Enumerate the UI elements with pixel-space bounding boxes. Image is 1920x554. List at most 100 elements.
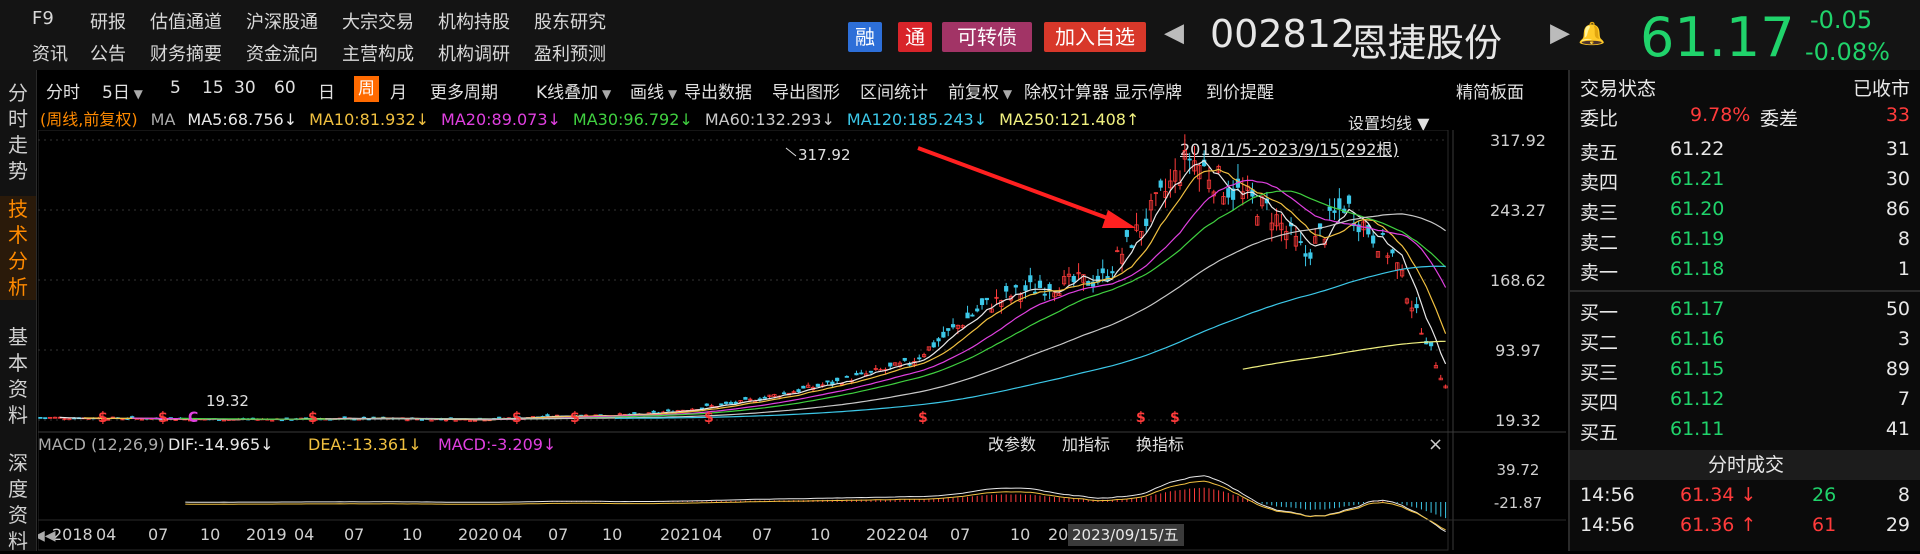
- ma-line-20: [132, 179, 1447, 420]
- candle-body-204: [1023, 285, 1028, 291]
- nav-news[interactable]: 资讯: [32, 40, 68, 66]
- next-stock-icon[interactable]: ▶: [1550, 18, 1570, 48]
- nav-business[interactable]: 主营构成: [342, 40, 414, 66]
- nav-forecast[interactable]: 盈利预测: [534, 40, 606, 66]
- macd-close-icon[interactable]: ×: [1428, 434, 1443, 455]
- candle-body-285: [1414, 304, 1419, 309]
- macd-button-1[interactable]: 加指标: [1062, 435, 1110, 454]
- nav-finance[interactable]: 财务摘要: [150, 40, 222, 66]
- toolbar-item-17[interactable]: 显示停牌: [1114, 78, 1182, 103]
- tab-intraday[interactable]: 分 时 走 势: [0, 80, 36, 184]
- nav-inst-survey[interactable]: 机构调研: [438, 40, 510, 66]
- toolbar-item-10[interactable]: K线叠加 ▼: [536, 78, 611, 103]
- x-tick-8: 2020: [458, 525, 499, 544]
- ma-label: MA: [150, 110, 176, 129]
- toolbar-item-6[interactable]: 日: [318, 78, 335, 103]
- dividend-marker-6: $: [918, 410, 928, 426]
- candle-body-130: [666, 409, 671, 412]
- tab-technical[interactable]: 技 术 分 析: [0, 196, 36, 300]
- candle-body-208: [1042, 293, 1047, 296]
- toolbar-item-2[interactable]: 5: [170, 78, 181, 98]
- cursor-date: 2023/09/15/五: [1072, 526, 1179, 544]
- candle-body-170: [859, 372, 864, 375]
- dea-line: [185, 480, 1446, 531]
- x-tick-9: 04: [502, 525, 522, 544]
- nav-valuation[interactable]: 估值通道: [150, 8, 222, 34]
- nav-block-trade[interactable]: 大宗交易: [342, 8, 414, 34]
- candle-body-261: [1298, 241, 1303, 243]
- toolbar-item-11[interactable]: 画线 ▼: [630, 78, 677, 103]
- macd-button-0[interactable]: 改参数: [988, 435, 1036, 454]
- macd-button-2[interactable]: 换指标: [1136, 435, 1184, 454]
- toolbar-item-15[interactable]: 前复权 ▼: [948, 78, 1012, 103]
- candle-body-225: [1124, 230, 1129, 237]
- x-tick-0: 2018: [52, 525, 93, 544]
- toolbar-item-5[interactable]: 60: [274, 78, 296, 98]
- nav-research[interactable]: 研报: [90, 8, 126, 34]
- toolbar-item-7[interactable]: 周: [354, 76, 379, 102]
- tab-deep-info[interactable]: 深 度 资 料: [0, 450, 36, 554]
- quote-panel: 交易状态 已收市 委比 9.78% 委差 33 卖五 61.22 31 卖四 61.21…: [1568, 70, 1920, 551]
- x-tick-2: 07: [148, 525, 168, 544]
- ticks-title: 分时成交: [1570, 450, 1920, 480]
- toolbar-item-18[interactable]: 到价提醒: [1206, 78, 1274, 103]
- toolbar-item-3[interactable]: 15: [202, 78, 224, 98]
- tab-basic-info[interactable]: 基 本 资 料: [0, 324, 36, 428]
- ma-value-0: MA5:68.756↓: [187, 110, 298, 129]
- prev-stock-icon[interactable]: ◀: [1164, 18, 1184, 48]
- candle-body-280: [1390, 249, 1395, 254]
- toolbar-item-13[interactable]: 导出图形: [772, 78, 840, 103]
- simple-panel-button[interactable]: 精简板面: [1456, 78, 1524, 103]
- nav-inst-holding[interactable]: 机构持股: [438, 8, 510, 34]
- toolbar-item-1[interactable]: 5日 ▼: [102, 78, 143, 103]
- nav-shareholder[interactable]: 股东研究: [534, 8, 606, 34]
- candle-body-6: [67, 418, 72, 421]
- badge-0[interactable]: 融: [848, 22, 882, 52]
- kline-chart[interactable]: 317.92 243.27 168.62 93.97 19.32 317.92 19.32 $…: [38, 130, 1566, 551]
- scroll-left-icon[interactable]: ◀◀: [38, 528, 56, 544]
- badge-2[interactable]: 可转债: [942, 22, 1032, 52]
- bell-icon[interactable]: 🔔: [1578, 22, 1605, 47]
- toolbar-item-14[interactable]: 区间统计: [860, 78, 928, 103]
- candle-body-143: [728, 402, 734, 404]
- candle-body-95: [497, 416, 502, 419]
- ma-line-5: [59, 159, 1447, 421]
- toolbar-item-8[interactable]: 月: [390, 78, 407, 103]
- nav-connect[interactable]: 沪深股通: [246, 8, 318, 34]
- candle-body-141: [719, 403, 724, 406]
- candle-body-146: [743, 397, 748, 400]
- candle-body-269: [1337, 198, 1342, 210]
- ma-legend: (周线,前复权) MA MA5:68.756↓ MA10:81.932↓ MA20:8…: [40, 106, 1139, 130]
- dividend-marker-8: $: [1170, 410, 1180, 426]
- x-tick-17: 04: [908, 525, 928, 544]
- nav-notice[interactable]: 公告: [90, 40, 126, 66]
- ma-line-10: [83, 168, 1447, 421]
- badge-1[interactable]: 通: [898, 22, 932, 52]
- nav-fund-flow[interactable]: 资金流向: [246, 40, 318, 66]
- toolbar-item-9[interactable]: 更多周期: [430, 78, 498, 103]
- candle-body-189: [950, 324, 956, 328]
- candle-body-214: [1071, 275, 1076, 283]
- toolbar-item-0[interactable]: 分时: [46, 78, 80, 103]
- ma-value-6: MA250:121.408↑: [999, 110, 1140, 129]
- toolbar-item-4[interactable]: 30: [234, 78, 256, 98]
- toolbar-item-12[interactable]: 导出数据: [684, 78, 752, 103]
- candle-body-127: [651, 410, 656, 413]
- badge-3[interactable]: 加入自选: [1044, 22, 1146, 52]
- nav-f9[interactable]: F9: [32, 8, 54, 29]
- toolbar-item-16[interactable]: 除权计算器: [1024, 78, 1109, 103]
- candle-body-161: [815, 383, 820, 387]
- dividend-marker-2: $: [308, 410, 318, 426]
- candle-body-0: [38, 416, 43, 419]
- candle-body-1: [43, 417, 48, 420]
- macd-header-3: MACD:-3.209↓: [438, 435, 556, 454]
- dividend-marker-0: $: [98, 410, 108, 426]
- x-tick-7: 10: [402, 525, 422, 544]
- candle-body-196: [984, 297, 989, 301]
- candle-body-192: [965, 312, 970, 319]
- candle-body-144: [733, 401, 738, 404]
- y-tick-0: 317.92: [1490, 131, 1546, 150]
- candle-body-193: [970, 314, 975, 317]
- x-tick-15: 10: [810, 525, 830, 544]
- dividend-marker-5: $: [704, 410, 714, 426]
